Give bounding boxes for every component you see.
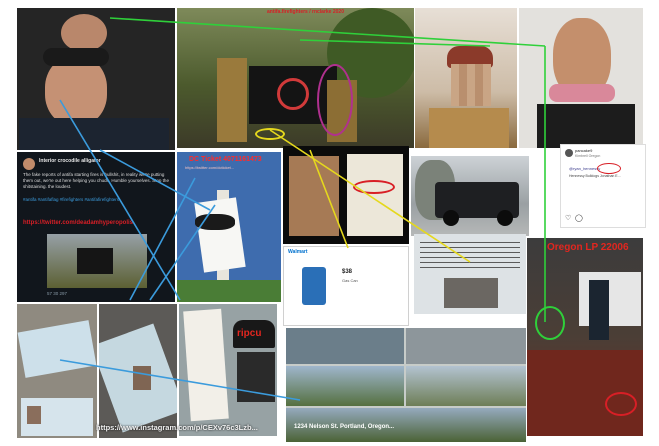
avatar xyxy=(23,158,35,170)
shirt xyxy=(429,108,509,148)
officer xyxy=(589,280,609,340)
pole-listing-image xyxy=(414,234,526,314)
ig-heart-icon[interactable]: ♡ xyxy=(565,215,571,223)
masked-face xyxy=(237,352,275,402)
dc-ticket-subheading: https://twitter.com/dcticket... xyxy=(185,165,235,170)
street-address: 1234 Nelson St. Portland, Oregon... xyxy=(294,424,395,430)
green-circle-driver xyxy=(535,306,565,340)
dc-ticket-heading: DC Ticket 4071161473 xyxy=(189,156,262,163)
face-mask-pink xyxy=(549,84,615,102)
street-photo-1 xyxy=(286,328,404,364)
jacket xyxy=(19,118,169,150)
license-photo-1 xyxy=(17,304,97,438)
gas-can-image xyxy=(302,267,326,305)
receipt-closeup xyxy=(347,154,403,236)
tweet-photo-flag xyxy=(77,248,113,274)
selfie-panel-top-left xyxy=(17,8,175,150)
receipts-photo-panel xyxy=(283,146,409,244)
tweet-stats: 57 30 297 xyxy=(47,291,68,296)
truck-wheel-1 xyxy=(443,210,459,226)
ripcurl-brand: ripcu xyxy=(237,328,262,339)
truck-wheel-2 xyxy=(497,210,513,226)
ig-mention[interactable]: @ryan_hennessy xyxy=(569,166,600,171)
receipt-held xyxy=(183,308,229,422)
mask-selfie xyxy=(519,8,643,148)
tweet-link[interactable]: https://twitter.com/deadamhyperopolis xyxy=(23,220,133,227)
house-photo-2 xyxy=(406,366,526,406)
license-face-2 xyxy=(133,366,151,390)
face-photo-small xyxy=(61,14,107,52)
plate-red-circle xyxy=(605,392,637,416)
listing-site: Walmart xyxy=(288,249,308,255)
ig-comment-icon[interactable]: ◯ xyxy=(575,215,583,223)
pickup-truck-photo xyxy=(411,156,529,236)
red-circle-receipt xyxy=(353,180,395,194)
ig-caption: Hennessy Bulldogs Jonathan E... xyxy=(569,174,621,178)
pixelated-face xyxy=(451,64,491,106)
ig-username: pancake9 xyxy=(575,148,593,153)
ripcurl-receipt-selfie: ripcu xyxy=(179,304,277,436)
magenta-circle xyxy=(317,64,353,136)
tweet-body: The fake reports of antifa starting fire… xyxy=(23,172,169,189)
instagram-url[interactable]: https://www.instagram.com/p/CEXv76c3Lzb.… xyxy=(96,423,258,432)
blurred-face-selfie xyxy=(415,8,517,148)
product-photo xyxy=(444,278,498,308)
instagram-post-panel: pancake9 Kimbrell Oregon @ryan_hennessy … xyxy=(560,144,646,228)
tweet-screenshot: Interior crocodile alligator The fake re… xyxy=(17,152,175,302)
face-photo-large xyxy=(45,56,107,126)
firefighters-flag-photo: antifa.firefighters / rnclarke 2020 xyxy=(177,8,414,148)
license-face xyxy=(27,406,41,424)
ig-avatar xyxy=(565,149,573,157)
ig-location: Kimbrell Oregon xyxy=(575,154,601,158)
street-photo-2 xyxy=(406,328,526,364)
oregon-plate-panel: Oregon LP 22006 xyxy=(527,238,643,436)
street-view-collage: 1234 Nelson St. Portland, Oregon... xyxy=(286,328,526,442)
ig-red-circle xyxy=(597,163,621,174)
beanie xyxy=(43,48,109,66)
gas-can-listing: Walmart $38 Gas Can xyxy=(283,246,409,326)
redaction-scribble xyxy=(195,214,235,230)
receipt-stack-1 xyxy=(289,156,339,236)
ticket-receipt xyxy=(194,197,246,273)
license-photo-2 xyxy=(99,304,177,438)
tweet-hashtags: #antifa #antifaflag #firefighters #antif… xyxy=(23,197,120,202)
listing-text-lines xyxy=(420,242,520,272)
grass xyxy=(177,280,281,302)
shirt-black xyxy=(537,104,635,148)
antifa-flag-logo xyxy=(277,78,309,110)
tweet-username: Interior crocodile alligator xyxy=(39,158,101,164)
yellow-circle xyxy=(255,128,285,140)
listing-title: Gas Can xyxy=(342,278,358,283)
house-photo-1 xyxy=(286,366,404,406)
oregon-plate-heading: Oregon LP 22006 xyxy=(547,242,629,253)
dc-ticket-panel: DC Ticket 4071161473 https://twitter.com… xyxy=(177,152,281,302)
listing-price: $38 xyxy=(342,269,353,275)
firefighter-1 xyxy=(217,58,247,142)
license-card xyxy=(17,320,97,378)
photo-caption-red: antifa.firefighters / rnclarke 2020 xyxy=(267,9,344,15)
